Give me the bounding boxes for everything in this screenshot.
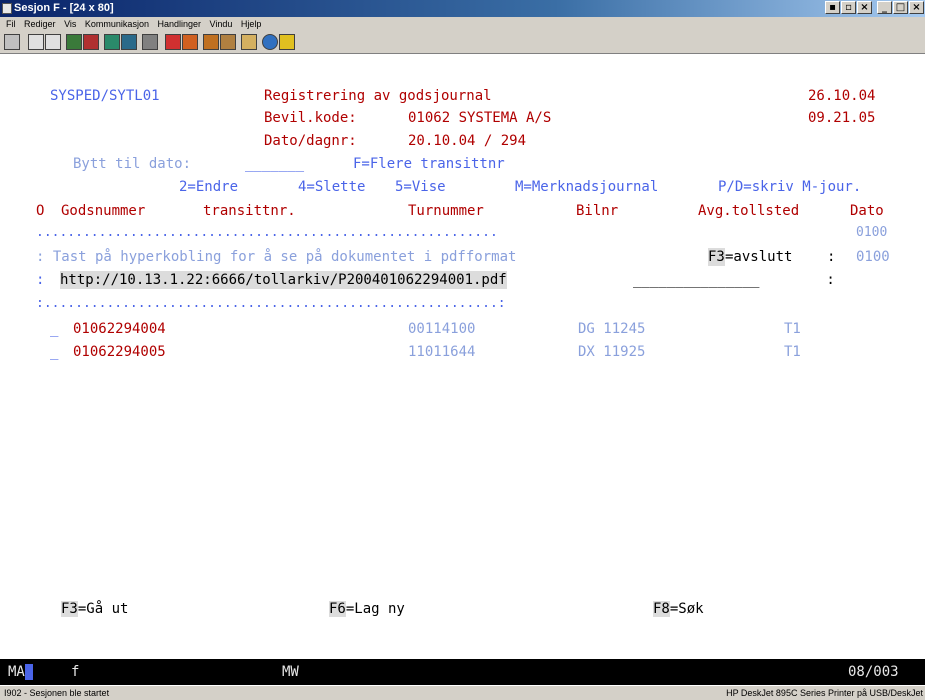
minimize-button[interactable]: _	[877, 1, 892, 14]
bevil-label: Bevil.kode:	[264, 110, 357, 126]
bytt-label: Bytt til dato:	[73, 156, 192, 172]
row-avg: T1	[784, 321, 801, 337]
popup-url-fill[interactable]: _______________	[633, 271, 759, 289]
status-ma: MA	[8, 664, 25, 680]
flere-transittnr: F=Flere transittnr	[353, 156, 505, 172]
copy-icon[interactable]	[28, 34, 44, 50]
option-merknad: M=Merknadsjournal	[515, 179, 659, 195]
cursor-position: 08/003	[848, 664, 899, 680]
option-skriv: P/D=skriv M-jour.	[718, 179, 862, 195]
title-bar: Sesjon F - [24 x 80] ▪ ▫ × _ □ ×	[0, 0, 925, 17]
session-restore-button[interactable]: ▫	[841, 1, 856, 14]
row-turnummer: 00114100	[408, 321, 476, 337]
popup-f3-key[interactable]: F3	[708, 248, 725, 266]
popup-prompt[interactable]: : Tast på hyperkobling for å se på dokum…	[36, 248, 516, 266]
row-turnummer: 11011644	[408, 344, 476, 360]
popup-code-top: 0100	[856, 225, 888, 240]
menu-hjelp[interactable]: Hjelp	[241, 17, 262, 31]
col-godsnummer: Godsnummer	[61, 203, 146, 219]
menu-kommunikasjon[interactable]: Kommunikasjon	[85, 17, 149, 31]
close-button[interactable]: ×	[909, 1, 924, 14]
program-id: SYSPED/SYTL01	[50, 88, 160, 104]
toolbar	[0, 31, 925, 54]
terminal-screen: SYSPED/SYTL01 Registrering av godsjourna…	[0, 54, 925, 659]
dato-label: Dato/dagnr:	[264, 133, 357, 149]
clipboard-icon[interactable]	[241, 34, 257, 50]
dato-value: 20.10.04 / 294	[408, 133, 527, 149]
bottom-status-bar: I902 - Sesjonen ble startet HP DeskJet 8…	[0, 685, 925, 699]
f3-exit-button[interactable]: F3=Gå ut	[61, 600, 128, 618]
menu-bar: Fil Rediger Vis Kommunikasjon Handlinger…	[0, 17, 925, 31]
popup-f3-label: =avslutt	[725, 249, 793, 265]
globe-icon[interactable]	[262, 34, 278, 50]
f3-key[interactable]: F3	[61, 601, 78, 617]
menu-vis[interactable]: Vis	[64, 17, 76, 31]
popup-border-bottom: :.......................................…	[36, 296, 506, 311]
paste-icon[interactable]	[45, 34, 61, 50]
session-status: I902 - Sesjonen ble startet	[4, 688, 110, 698]
popup-url-prefix: :	[36, 272, 53, 288]
maximize-button[interactable]: □	[893, 1, 908, 14]
app-icon[interactable]	[2, 3, 12, 14]
macro-icon[interactable]	[142, 34, 158, 50]
menu-handlinger[interactable]: Handlinger	[157, 17, 201, 31]
status-mode: MA	[8, 663, 34, 681]
status-bar: MA f MW 08/003	[0, 659, 925, 685]
printer-status: HP DeskJet 895C Series Printer på USB/De…	[726, 688, 923, 698]
menu-vindu[interactable]: Vindu	[210, 17, 233, 31]
col-avg-tollsted: Avg.tollsted	[698, 203, 800, 219]
macro-list-icon[interactable]	[220, 34, 236, 50]
row-select-input[interactable]: _	[50, 320, 58, 338]
session-close-button[interactable]: ×	[857, 1, 872, 14]
record-macro-icon[interactable]	[165, 34, 181, 50]
option-endre: 2=Endre	[179, 179, 239, 195]
window-title: Sesjon F - [24 x 80]	[14, 2, 114, 14]
bytt-date-input[interactable]: _______	[245, 155, 304, 173]
option-vise: 5=Vise	[395, 179, 446, 195]
row-godsnummer: 01062294005	[73, 344, 166, 360]
row-bilnr: DX 11925	[578, 344, 646, 360]
popup-url-end: :	[818, 272, 835, 288]
status-f: f	[71, 664, 80, 680]
option-slette: 4=Slette	[298, 179, 366, 195]
window-controls: ▪ ▫ × _ □ ×	[825, 1, 924, 14]
f8-key[interactable]: F8	[653, 601, 670, 617]
play-macro-icon[interactable]	[182, 34, 198, 50]
col-transittnr: transittnr.	[203, 203, 296, 219]
popup-code: 0100	[856, 249, 890, 265]
col-dato: Dato	[850, 203, 884, 219]
print-screen-icon[interactable]	[4, 34, 20, 50]
row-bilnr: DG 11245	[578, 321, 646, 337]
row-select-input[interactable]: _	[50, 343, 58, 361]
screen-title: Registrering av godsjournal	[264, 88, 492, 104]
help-icon[interactable]	[279, 34, 295, 50]
receive-icon[interactable]	[83, 34, 99, 50]
pdf-hyperlink[interactable]: http://10.13.1.22:6666/tollarkiv/P200401…	[60, 271, 507, 289]
popup-colon: :	[827, 249, 836, 265]
col-turnummer: Turnummer	[408, 203, 484, 219]
f6-new-button[interactable]: F6=Lag ny	[329, 600, 405, 618]
menu-rediger[interactable]: Rediger	[24, 17, 56, 31]
current-time: 09.21.05	[808, 110, 876, 126]
keypad-icon[interactable]	[121, 34, 137, 50]
session-minimize-button[interactable]: ▪	[825, 1, 840, 14]
current-date: 26.10.04	[808, 88, 876, 104]
f8-search-button[interactable]: F8=Søk	[653, 600, 704, 618]
popup-border-top: ........................................…	[36, 225, 498, 240]
f8-label: =Søk	[669, 601, 704, 617]
col-bilnr: Bilnr	[576, 203, 619, 219]
display-icon[interactable]	[104, 34, 120, 50]
stop-macro-icon[interactable]	[203, 34, 219, 50]
row-godsnummer: 01062294004	[73, 321, 166, 337]
row-avg: T1	[784, 344, 801, 360]
menu-fil[interactable]: Fil	[6, 17, 16, 31]
send-icon[interactable]	[66, 34, 82, 50]
bevil-value: 01062 SYSTEMA A/S	[408, 110, 552, 126]
col-o: O	[36, 203, 45, 219]
f6-key[interactable]: F6	[329, 601, 346, 617]
f3-label: =Gå ut	[77, 601, 129, 617]
status-mw: MW	[282, 664, 299, 680]
f6-label: =Lag ny	[345, 601, 405, 617]
